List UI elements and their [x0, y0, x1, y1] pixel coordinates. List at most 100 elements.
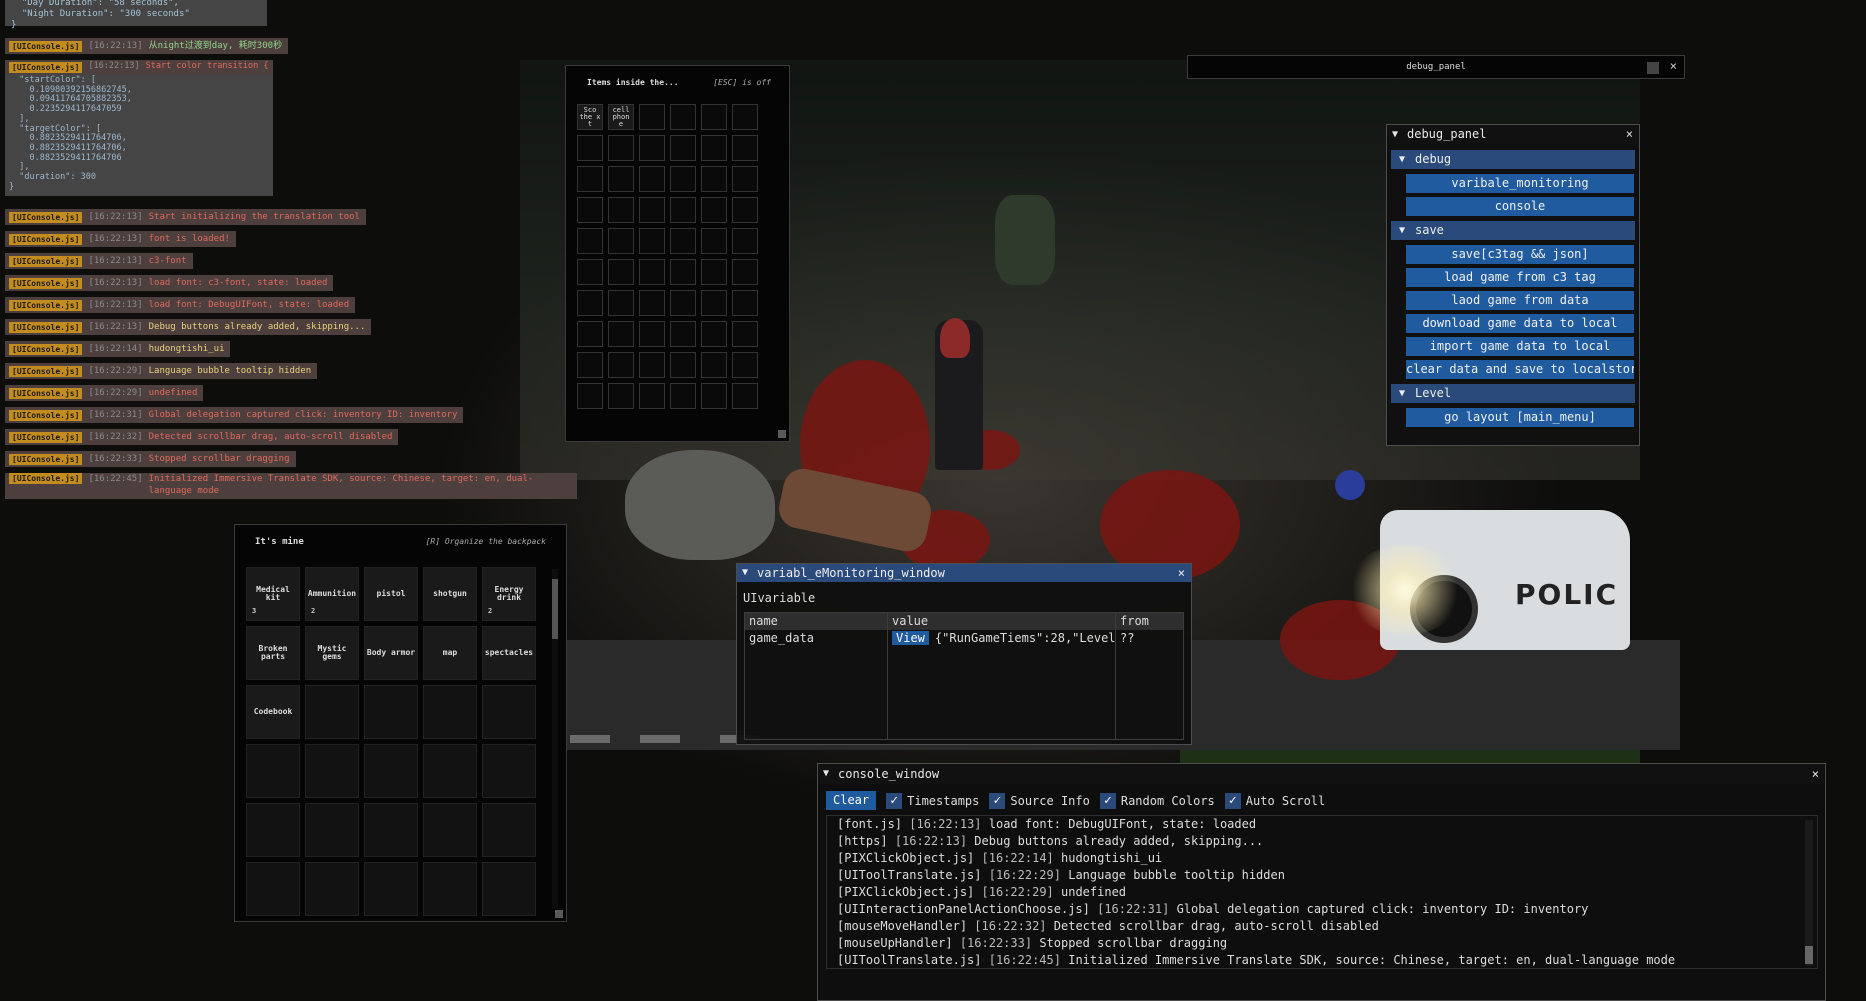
backpack-slot[interactable]: spectacles — [482, 626, 536, 680]
backpack-slot[interactable]: pistol — [364, 567, 418, 621]
source-info-checkbox[interactable]: ✓ Source Info — [989, 792, 1090, 809]
timestamps-checkbox[interactable]: ✓ Timestamps — [886, 792, 979, 809]
inventory-slot[interactable] — [608, 352, 634, 378]
inventory-slot[interactable] — [639, 104, 665, 130]
inventory-slot[interactable] — [670, 383, 696, 409]
inventory-slot[interactable] — [732, 104, 758, 130]
scrollbar-thumb[interactable] — [1805, 946, 1813, 964]
inventory-slot[interactable] — [732, 352, 758, 378]
checkmark-icon[interactable]: ✓ — [1099, 792, 1116, 809]
console-header[interactable]: ▼ console_window × — [818, 764, 1825, 784]
inventory-slot[interactable] — [608, 290, 634, 316]
inventory-slot[interactable] — [701, 321, 727, 347]
debug-button[interactable]: varibale_monitoring — [1406, 174, 1634, 193]
backpack-slot[interactable]: Body armor — [364, 626, 418, 680]
inventory-slot[interactable] — [577, 321, 603, 347]
backpack-slot[interactable] — [482, 862, 536, 916]
debug-button[interactable]: laod game from data — [1406, 291, 1634, 310]
variable-monitor-window[interactable]: ▼ variabl_eMonitoring_window × UIvariabl… — [736, 563, 1192, 745]
inventory-slot[interactable] — [577, 166, 603, 192]
close-icon[interactable]: × — [1812, 764, 1819, 784]
backpack-slot[interactable] — [482, 803, 536, 857]
inventory-slot[interactable] — [732, 259, 758, 285]
backpack-slot[interactable] — [364, 803, 418, 857]
view-button[interactable]: View — [892, 631, 929, 645]
backpack-slot[interactable] — [364, 862, 418, 916]
debug-button[interactable]: import game data to local — [1406, 337, 1634, 356]
collapse-triangle-icon[interactable]: ▼ — [823, 764, 829, 784]
collapse-triangle-icon[interactable]: ▼ — [1399, 150, 1405, 169]
inventory-slot[interactable] — [639, 290, 665, 316]
inventory-slot[interactable] — [608, 228, 634, 254]
container-inventory-window[interactable]: Items inside the... [ESC] is off Sco the… — [565, 65, 790, 442]
resize-grip[interactable] — [555, 910, 563, 918]
inventory-slot[interactable] — [577, 352, 603, 378]
backpack-slot[interactable] — [305, 803, 359, 857]
backpack-slot[interactable]: shotgun — [423, 567, 477, 621]
backpack-slot[interactable]: Energy drink 2 — [482, 567, 536, 621]
minimize-button[interactable] — [1647, 62, 1659, 74]
inventory-slot[interactable] — [732, 321, 758, 347]
inventory-slot[interactable] — [670, 135, 696, 161]
inventory-slot[interactable] — [732, 228, 758, 254]
collapse-triangle-icon[interactable]: ▼ — [1392, 125, 1398, 144]
inventory-slot[interactable] — [732, 383, 758, 409]
inventory-slot[interactable] — [670, 352, 696, 378]
backpack-slot[interactable] — [364, 744, 418, 798]
backpack-slot[interactable] — [305, 862, 359, 916]
inventory-slot[interactable] — [608, 135, 634, 161]
collapse-triangle-icon[interactable]: ▼ — [1399, 221, 1405, 240]
console-scrollbar[interactable] — [1805, 820, 1813, 966]
inventory-slot[interactable] — [701, 352, 727, 378]
backpack-slot[interactable] — [423, 803, 477, 857]
inventory-slot[interactable] — [577, 383, 603, 409]
inventory-slot[interactable] — [639, 228, 665, 254]
inventory-slot[interactable] — [701, 259, 727, 285]
console-window[interactable]: ▼ console_window × Clear ✓ Timestamps ✓ So… — [817, 763, 1826, 1001]
inventory-slot[interactable] — [670, 321, 696, 347]
backpack-slot[interactable] — [423, 685, 477, 739]
debug-panel-window[interactable]: ▼ debug_panel × ▼ debug varibale_monitorin… — [1386, 124, 1640, 446]
debug-button[interactable]: save[c3tag && json] — [1406, 245, 1634, 264]
backpack-slot[interactable] — [305, 685, 359, 739]
section-header-debug[interactable]: ▼ debug — [1391, 150, 1635, 169]
debug-button[interactable]: download game data to local — [1406, 314, 1634, 333]
backpack-slot[interactable]: map — [423, 626, 477, 680]
close-icon[interactable]: × — [1178, 564, 1185, 582]
backpack-slot[interactable]: Codebook — [246, 685, 300, 739]
backpack-slot[interactable] — [364, 685, 418, 739]
backpack-slot[interactable]: Mystic gems — [305, 626, 359, 680]
backpack-slot[interactable] — [305, 744, 359, 798]
checkmark-icon[interactable]: ✓ — [989, 792, 1006, 809]
inventory-slot[interactable] — [577, 197, 603, 223]
backpack-slot[interactable] — [246, 803, 300, 857]
collapse-triangle-icon[interactable]: ▼ — [742, 564, 748, 582]
inventory-slot[interactable] — [701, 166, 727, 192]
random-colors-checkbox[interactable]: ✓ Random Colors — [1099, 792, 1215, 809]
backpack-slot[interactable]: Ammunition 2 — [305, 567, 359, 621]
inventory-slot[interactable] — [577, 259, 603, 285]
inventory-slot[interactable] — [670, 197, 696, 223]
inventory-slot[interactable] — [701, 104, 727, 130]
debug-titlebar[interactable]: debug_panel × — [1187, 55, 1685, 79]
debug-panel-header[interactable]: ▼ debug_panel × — [1387, 125, 1639, 144]
inventory-slot[interactable] — [701, 197, 727, 223]
inventory-slot[interactable]: Sco the x t — [577, 104, 603, 130]
inventory-slot[interactable] — [608, 321, 634, 347]
backpack-slot[interactable] — [423, 862, 477, 916]
checkmark-icon[interactable]: ✓ — [1224, 792, 1241, 809]
inventory-slot[interactable] — [701, 383, 727, 409]
inventory-slot[interactable] — [577, 290, 603, 316]
debug-button[interactable]: load game from c3 tag — [1406, 268, 1634, 287]
inventory-slot[interactable] — [701, 290, 727, 316]
inventory-slot[interactable] — [608, 383, 634, 409]
inventory-slot[interactable] — [608, 166, 634, 192]
backpack-slot[interactable] — [423, 744, 477, 798]
inventory-slot[interactable] — [670, 228, 696, 254]
close-icon[interactable]: × — [1670, 59, 1677, 73]
scrollbar-thumb[interactable] — [552, 579, 558, 639]
inventory-slot[interactable] — [639, 135, 665, 161]
inventory-slot[interactable] — [577, 228, 603, 254]
auto-scroll-checkbox[interactable]: ✓ Auto Scroll — [1224, 792, 1325, 809]
inventory-slot[interactable] — [670, 290, 696, 316]
